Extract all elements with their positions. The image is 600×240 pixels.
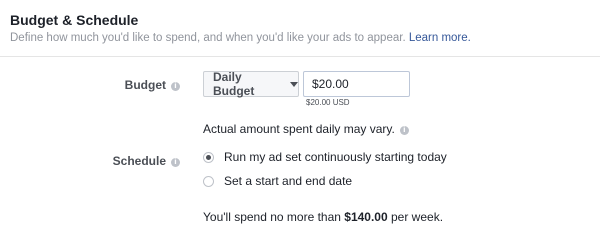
- section-title: Budget & Schedule: [10, 12, 139, 28]
- info-icon[interactable]: i: [399, 126, 409, 135]
- schedule-label: Schedule: [112, 154, 166, 168]
- summary-suffix: per week.: [387, 210, 444, 224]
- info-icon[interactable]: i: [171, 158, 180, 167]
- schedule-option-label: Run my ad set continuously starting toda…: [224, 150, 447, 164]
- info-icon[interactable]: i: [171, 82, 180, 91]
- radio-button-checked[interactable]: [203, 151, 214, 163]
- schedule-option-label: Set a start and end date: [224, 174, 353, 188]
- caret-down-icon: [290, 81, 298, 87]
- section-description-text: Define how much you'd like to spend, and…: [10, 32, 406, 44]
- summary-prefix: You'll spend no more than: [203, 210, 345, 224]
- summary-amount: $140.00: [344, 210, 388, 224]
- budget-note: Actual amount spent daily may vary. i: [203, 122, 409, 136]
- section-description: Define how much you'd like to spend, and…: [10, 32, 471, 44]
- schedule-option-continuous[interactable]: Run my ad set continuously starting toda…: [203, 150, 447, 164]
- schedule-label-row: Schedule i: [0, 154, 180, 168]
- budget-amount-input[interactable]: [303, 71, 410, 97]
- section-divider: [0, 56, 600, 57]
- budget-label-row: Budget i: [0, 78, 180, 92]
- learn-more-link[interactable]: Learn more.: [409, 32, 471, 44]
- budget-note-text: Actual amount spent daily may vary.: [203, 122, 395, 136]
- schedule-option-start-end[interactable]: Set a start and end date: [203, 174, 352, 188]
- budget-amount-currency: $20.00 USD: [306, 98, 350, 107]
- weekly-spend-summary: You'll spend no more than $140.00 per we…: [203, 210, 443, 224]
- budget-label: Budget: [124, 78, 166, 92]
- budget-type-selected: Daily Budget: [213, 70, 255, 98]
- budget-type-dropdown[interactable]: Daily Budget: [203, 70, 299, 98]
- radio-button[interactable]: [203, 175, 214, 187]
